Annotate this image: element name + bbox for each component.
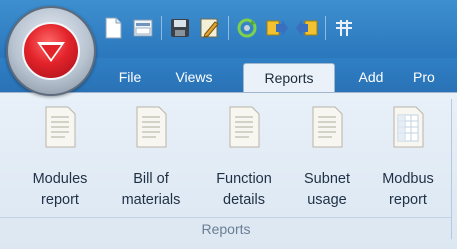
- subnet-usage-button[interactable]: Subnet usage: [292, 101, 362, 219]
- function-details-button[interactable]: Function details: [203, 101, 285, 219]
- button-label-line1: Bill of: [133, 171, 169, 187]
- quick-access-toolbar: [98, 11, 359, 45]
- button-label-line2: details: [223, 192, 265, 208]
- network-icon[interactable]: [329, 13, 359, 43]
- button-label-line1: Modbus: [382, 171, 434, 187]
- modbus-report-button[interactable]: Modbus report: [369, 101, 447, 219]
- application-window: File Views Reports Add Pro Modules repor…: [0, 0, 457, 249]
- export-icon[interactable]: [262, 13, 292, 43]
- app-logo: [22, 22, 80, 80]
- tab-pro[interactable]: Pro: [413, 63, 457, 92]
- tab-file[interactable]: File: [107, 63, 153, 92]
- logo-triangle-icon: [37, 42, 65, 62]
- save-icon[interactable]: [165, 13, 195, 43]
- application-menu-button[interactable]: [6, 6, 96, 96]
- new-document-icon[interactable]: [98, 13, 128, 43]
- import-icon[interactable]: [292, 13, 322, 43]
- open-icon[interactable]: [128, 13, 158, 43]
- button-label-line2: usage: [307, 192, 347, 208]
- tab-reports[interactable]: Reports: [243, 63, 335, 92]
- bill-of-materials-button[interactable]: Bill of materials: [107, 101, 195, 219]
- toolbar-separator: [161, 16, 162, 40]
- ribbon-panel: Modules report Bill of materials Functio…: [0, 92, 457, 249]
- button-label-line1: Modules: [32, 171, 88, 187]
- button-label-line2: materials: [121, 192, 181, 208]
- report-document-icon: [229, 106, 260, 148]
- tab-add[interactable]: Add: [348, 63, 394, 92]
- tab-views[interactable]: Views: [164, 63, 224, 92]
- toolbar-separator: [325, 16, 326, 40]
- group-divider: [0, 217, 452, 218]
- button-label-line1: Function: [216, 171, 272, 187]
- button-label-line2: report: [41, 192, 79, 208]
- modules-report-button[interactable]: Modules report: [22, 101, 98, 219]
- button-label-line1: Subnet: [304, 171, 350, 187]
- edit-icon[interactable]: [195, 13, 225, 43]
- report-document-icon: [312, 106, 343, 148]
- report-document-icon: [136, 106, 167, 148]
- table-document-icon: [393, 106, 424, 148]
- group-separator: [451, 99, 452, 239]
- group-label-reports: Reports: [201, 221, 251, 237]
- refresh-icon[interactable]: [232, 13, 262, 43]
- button-label-line2: report: [389, 192, 427, 208]
- toolbar-separator: [228, 16, 229, 40]
- report-document-icon: [45, 106, 76, 148]
